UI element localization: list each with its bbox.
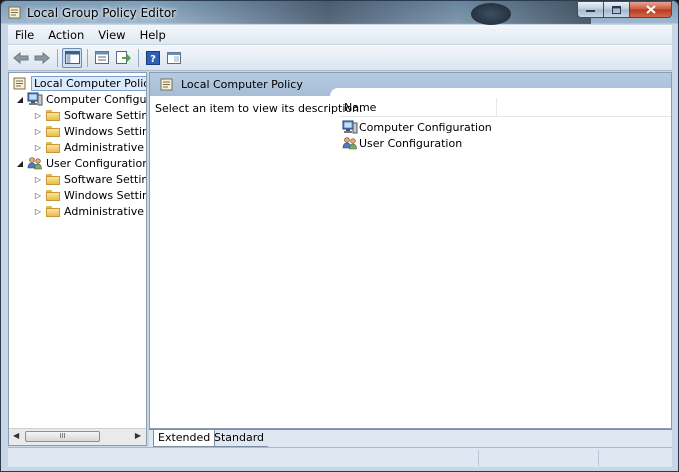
- tree-item-label: User Configuration: [46, 156, 147, 170]
- show-hide-tree-button[interactable]: [62, 47, 82, 68]
- expanded-arrow-icon[interactable]: ◢: [15, 95, 25, 104]
- folder-icon: [45, 204, 61, 218]
- back-button[interactable]: [11, 48, 31, 68]
- close-icon: [645, 5, 656, 14]
- toolbar-separator: [57, 48, 58, 67]
- tree-item-user-administrative-templates[interactable]: ▷ Administrative Te: [33, 203, 146, 219]
- folder-icon: [45, 140, 61, 154]
- tree-item-label: Windows Setting: [64, 188, 147, 202]
- desktop-background-shape: [471, 3, 511, 25]
- collapsed-arrow-icon[interactable]: ▷: [33, 143, 43, 152]
- tree-item-label: Administrative Te: [64, 204, 146, 218]
- status-divider: [478, 450, 479, 466]
- toolbar: ?: [8, 45, 672, 71]
- computer-icon: [27, 92, 43, 106]
- tree-horizontal-scrollbar[interactable]: ◀ III ▶: [9, 428, 146, 445]
- tree-item-label: Computer Configura: [46, 92, 147, 106]
- folder-icon: [45, 172, 61, 186]
- users-icon: [342, 136, 358, 150]
- collapsed-arrow-icon[interactable]: ▷: [33, 127, 43, 136]
- title-bar-glass: [151, 1, 591, 24]
- title-bar[interactable]: Local Group Policy Editor: [1, 1, 678, 25]
- forward-icon: [34, 51, 50, 64]
- svg-text:?: ?: [150, 54, 156, 65]
- status-divider: [598, 450, 599, 466]
- caption-buttons: [577, 1, 672, 19]
- maximize-button[interactable]: [603, 1, 629, 18]
- minimize-icon: [586, 9, 595, 12]
- tree-item-user-configuration[interactable]: ◢ User Configuration: [15, 155, 147, 171]
- export-list-icon: [115, 51, 131, 64]
- export-list-button[interactable]: [113, 48, 133, 68]
- menu-action[interactable]: Action: [41, 28, 91, 42]
- help-button[interactable]: ?: [143, 48, 163, 68]
- show-hide-tree-icon: [64, 51, 80, 64]
- tree-item-label: Local Computer Policy: [31, 75, 146, 91]
- description-text: Select an item to view its description.: [155, 102, 363, 115]
- policy-document-icon: [160, 78, 174, 91]
- toolbar-separator: [138, 48, 139, 67]
- folder-icon: [45, 108, 61, 122]
- maximize-icon: [612, 5, 621, 14]
- collapsed-arrow-icon[interactable]: ▷: [33, 207, 43, 216]
- help-icon: ?: [146, 50, 160, 65]
- list-item-user-configuration[interactable]: User Configuration: [342, 135, 462, 151]
- window-title: Local Group Policy Editor: [27, 6, 177, 20]
- menu-help[interactable]: Help: [133, 28, 173, 42]
- console-tree: Local Computer Policy ◢ Computer Configu…: [8, 72, 147, 446]
- close-button[interactable]: [629, 1, 672, 18]
- list-item-computer-configuration[interactable]: Computer Configuration: [342, 119, 492, 135]
- tree-item-label: Administrative Te: [64, 140, 146, 154]
- tree-item-administrative-templates[interactable]: ▷ Administrative Te: [33, 139, 146, 155]
- tree-item-user-windows-settings[interactable]: ▷ Windows Setting: [33, 187, 147, 203]
- tree-item-label: Windows Setting: [64, 124, 147, 138]
- tab-extended[interactable]: Extended: [153, 430, 216, 447]
- collapsed-arrow-icon[interactable]: ▷: [33, 175, 43, 184]
- tree-item-user-software-settings[interactable]: ▷ Software Settings: [33, 171, 146, 187]
- scrollbar-thumb[interactable]: III: [25, 431, 100, 442]
- users-icon: [27, 156, 43, 170]
- view-tabs: Extended Standard: [149, 429, 672, 447]
- scroll-left-icon[interactable]: ◀: [13, 431, 19, 440]
- list-item-label: Computer Configuration: [359, 120, 492, 134]
- app-window: Local Group Policy Editor File Action Vi…: [0, 0, 679, 472]
- status-bar: [8, 447, 672, 467]
- toolbar-separator: [87, 48, 88, 67]
- properties-icon: [95, 51, 109, 64]
- extended-view-button[interactable]: [164, 48, 184, 68]
- tree-item-label: Software Settings: [64, 172, 146, 186]
- back-icon: [13, 51, 29, 64]
- computer-icon: [342, 120, 358, 134]
- list-column-header: Name: [339, 98, 671, 117]
- details-pane: Local Computer Policy Select an item to …: [149, 72, 672, 429]
- details-title: Local Computer Policy: [181, 78, 303, 91]
- list-item-label: User Configuration: [359, 136, 463, 150]
- menu-bar: File Action View Help: [8, 25, 672, 44]
- menu-view[interactable]: View: [91, 28, 132, 42]
- policy-editor-icon: [8, 6, 22, 19]
- collapsed-arrow-icon[interactable]: ▷: [33, 191, 43, 200]
- column-separator[interactable]: [496, 98, 497, 116]
- tab-standard[interactable]: Standard: [210, 430, 269, 447]
- tree-item-software-settings[interactable]: ▷ Software Settings: [33, 107, 146, 123]
- tree-item-label: Software Settings: [64, 108, 146, 122]
- minimize-button[interactable]: [577, 1, 603, 18]
- tree-item-local-computer-policy[interactable]: Local Computer Policy: [12, 75, 146, 91]
- header-curve: [330, 88, 671, 98]
- folder-icon: [45, 188, 61, 202]
- collapsed-arrow-icon[interactable]: ▷: [33, 111, 43, 120]
- extended-view-icon: [167, 51, 181, 64]
- expanded-arrow-icon[interactable]: ◢: [15, 159, 25, 168]
- forward-button[interactable]: [32, 48, 52, 68]
- folder-icon: [45, 124, 61, 138]
- details-header: Local Computer Policy: [150, 73, 671, 98]
- properties-button[interactable]: [92, 48, 112, 68]
- tree-item-computer-configuration[interactable]: ◢ Computer Configura: [15, 91, 147, 107]
- scroll-right-icon[interactable]: ▶: [135, 431, 141, 440]
- menu-file[interactable]: File: [8, 28, 41, 42]
- tree-item-windows-settings[interactable]: ▷ Windows Setting: [33, 123, 147, 139]
- policy-document-icon: [12, 76, 28, 90]
- column-name-header[interactable]: Name: [344, 101, 376, 114]
